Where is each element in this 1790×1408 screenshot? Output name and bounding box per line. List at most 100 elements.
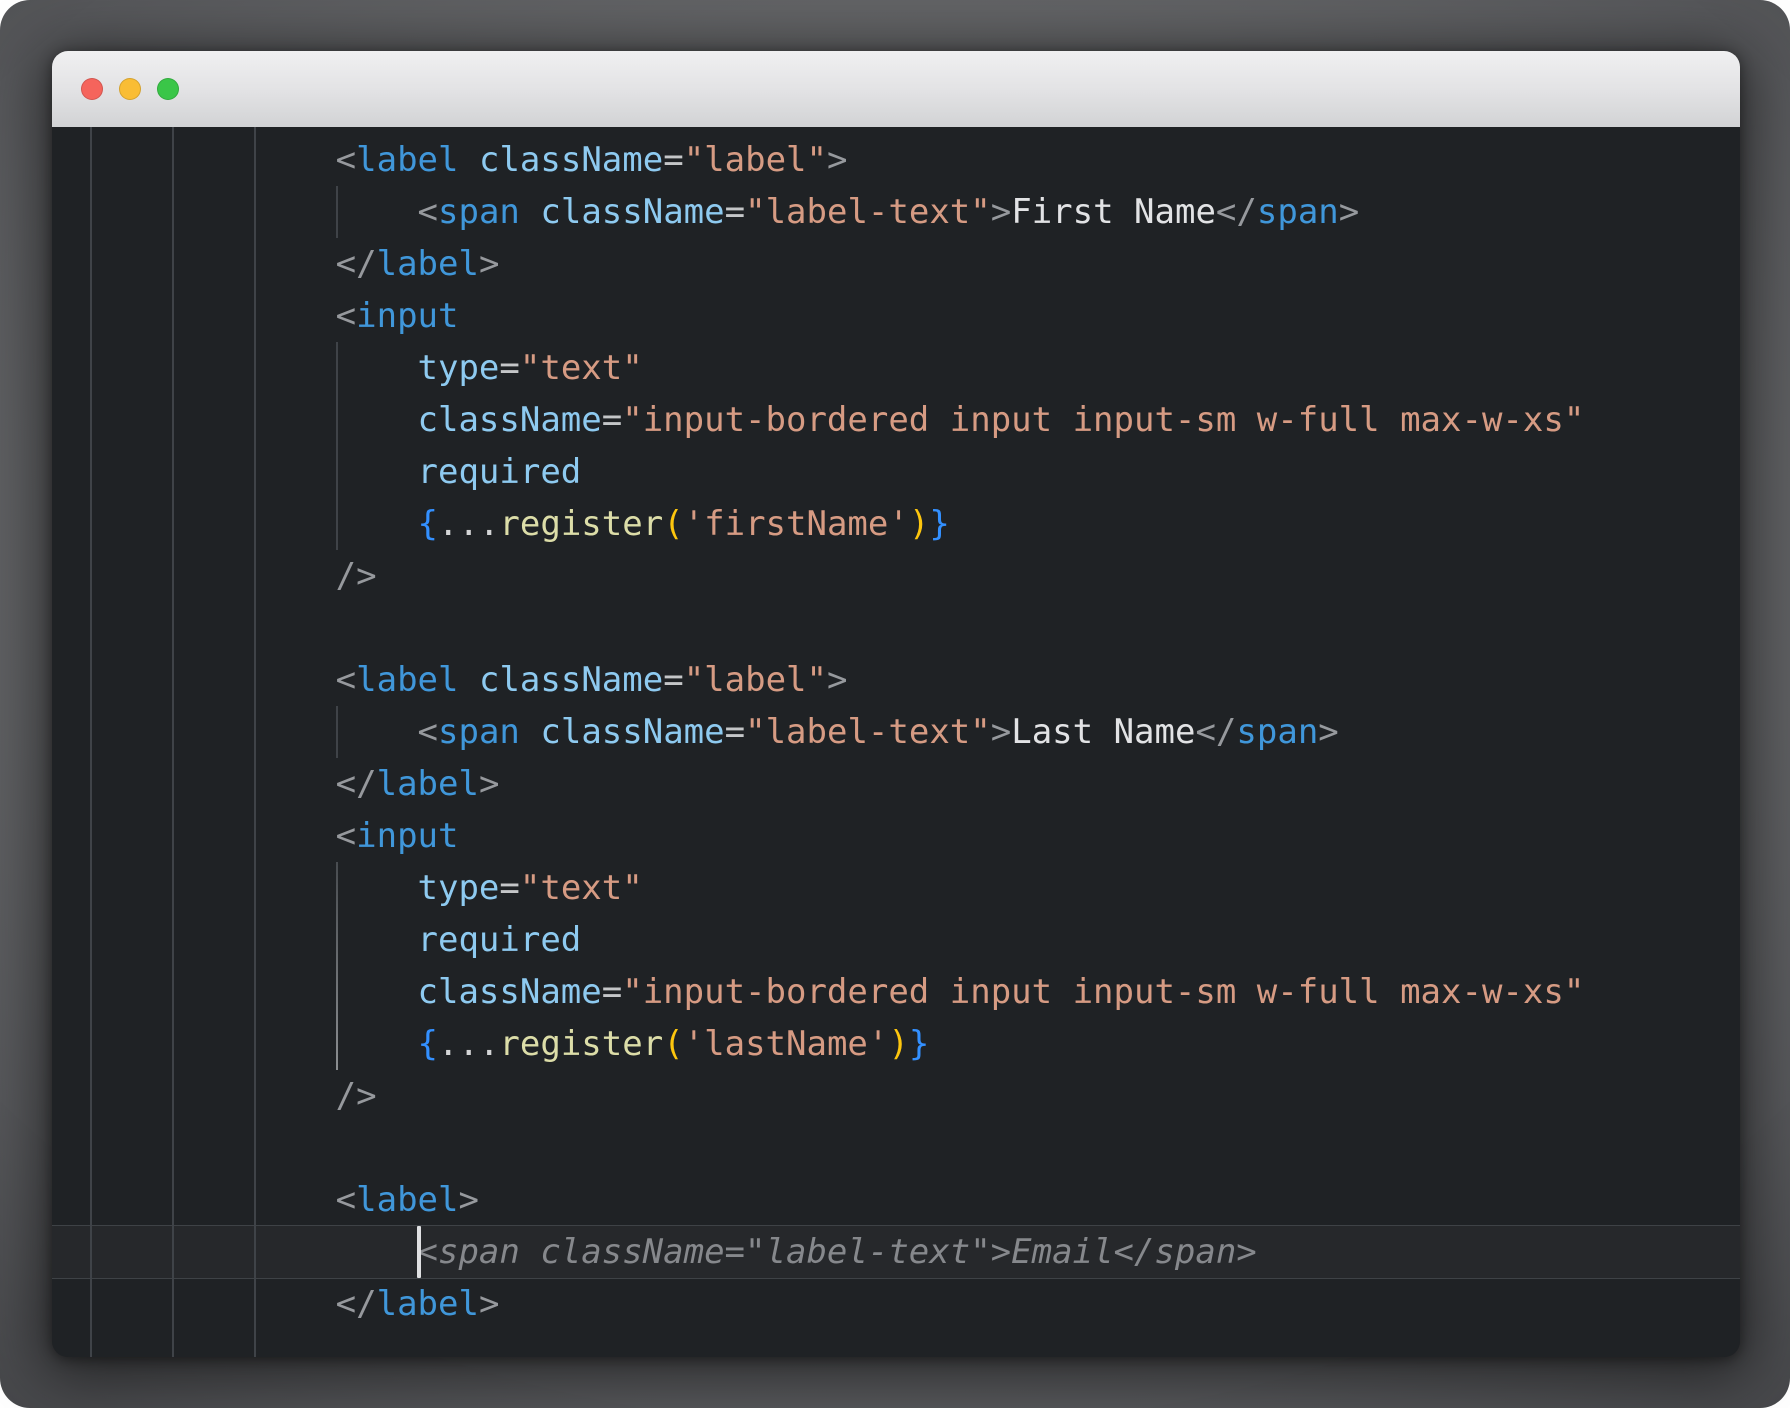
token-tag: span bbox=[438, 192, 520, 232]
token-punct: </ bbox=[336, 1284, 377, 1324]
token-tag: input bbox=[356, 816, 458, 856]
code-line: /> bbox=[90, 1070, 1740, 1122]
window-controls bbox=[81, 51, 179, 127]
token-str: "label-text" bbox=[745, 192, 991, 232]
code-line: <span className="label-text">Email</span… bbox=[90, 1226, 1740, 1278]
token-tag: label bbox=[377, 1284, 479, 1324]
token-paren: ) bbox=[888, 1024, 908, 1064]
token-ws bbox=[458, 140, 478, 180]
token-brace: } bbox=[929, 504, 949, 544]
code-line: </label> bbox=[90, 1278, 1740, 1330]
token-ws bbox=[90, 504, 418, 544]
token-ws bbox=[90, 556, 336, 596]
token-ws bbox=[90, 244, 336, 284]
code-line: /> bbox=[90, 550, 1740, 602]
token-punct: > bbox=[479, 1284, 499, 1324]
token-punct: </ bbox=[336, 244, 377, 284]
token-brace: { bbox=[418, 504, 438, 544]
token-punct: </ bbox=[1216, 192, 1257, 232]
token-punct: < bbox=[418, 712, 438, 752]
token-punct: > bbox=[1339, 192, 1359, 232]
token-ws bbox=[90, 1076, 336, 1116]
token-brace: { bbox=[418, 1024, 438, 1064]
token-punct: </ bbox=[336, 764, 377, 804]
token-eq: = bbox=[602, 400, 622, 440]
token-str: "input-bordered input input-sm w-full ma… bbox=[622, 400, 1584, 440]
token-eq: = bbox=[725, 712, 745, 752]
token-tag: span bbox=[1257, 192, 1339, 232]
token-spread: ... bbox=[438, 504, 499, 544]
token-punct: > bbox=[479, 244, 499, 284]
token-ghost: <span className="label-text">Email</span… bbox=[418, 1232, 1257, 1272]
token-eq: = bbox=[499, 348, 519, 388]
code-line: {...register('firstName')} bbox=[90, 498, 1740, 550]
token-str: "label" bbox=[684, 660, 827, 700]
token-str: "input-bordered input input-sm w-full ma… bbox=[622, 972, 1584, 1012]
token-ws bbox=[90, 816, 336, 856]
token-ws bbox=[90, 192, 418, 232]
token-tag: label bbox=[377, 244, 479, 284]
text-cursor bbox=[417, 1226, 421, 1278]
token-ws bbox=[90, 972, 418, 1012]
token-ws bbox=[90, 920, 418, 960]
token-punct: < bbox=[418, 192, 438, 232]
token-punct: < bbox=[336, 660, 356, 700]
code-line: className="input-bordered input input-sm… bbox=[90, 966, 1740, 1018]
token-attr: className bbox=[540, 712, 724, 752]
token-tag: input bbox=[356, 296, 458, 336]
token-attr: className bbox=[540, 192, 724, 232]
token-punct: > bbox=[827, 660, 847, 700]
token-text: First Name bbox=[1011, 192, 1216, 232]
token-str: "label" bbox=[684, 140, 827, 180]
token-punct: > bbox=[991, 192, 1011, 232]
token-attr: className bbox=[418, 400, 602, 440]
code-line: <input bbox=[90, 290, 1740, 342]
code-line: <span className="label-text">First Name<… bbox=[90, 186, 1740, 238]
code-editor[interactable]: <label className="label"> <span classNam… bbox=[52, 127, 1740, 1357]
token-punct: < bbox=[336, 140, 356, 180]
code-line bbox=[90, 1122, 1740, 1174]
token-tag: span bbox=[1236, 712, 1318, 752]
token-paren: ) bbox=[909, 504, 929, 544]
token-paren: ( bbox=[663, 504, 683, 544]
token-ws bbox=[90, 868, 418, 908]
code-line: type="text" bbox=[90, 862, 1740, 914]
token-punct: /> bbox=[336, 556, 377, 596]
token-punct: > bbox=[458, 1180, 478, 1220]
token-tag: label bbox=[377, 764, 479, 804]
zoom-button[interactable] bbox=[157, 78, 179, 100]
token-tag: label bbox=[356, 140, 458, 180]
token-str: "text" bbox=[520, 868, 643, 908]
code-line bbox=[90, 602, 1740, 654]
token-eq: = bbox=[499, 868, 519, 908]
token-text: Last Name bbox=[1011, 712, 1195, 752]
code-line: <label> bbox=[90, 1174, 1740, 1226]
token-punct: < bbox=[336, 816, 356, 856]
token-str: "text" bbox=[520, 348, 643, 388]
token-eq: = bbox=[602, 972, 622, 1012]
token-attr: required bbox=[418, 452, 582, 492]
token-ws bbox=[90, 660, 336, 700]
code-line: {...register('lastName')} bbox=[90, 1018, 1740, 1070]
token-attr: className bbox=[479, 660, 663, 700]
token-attr: type bbox=[418, 868, 500, 908]
code-line: <span className="label-text">Last Name</… bbox=[90, 706, 1740, 758]
code-line: <input bbox=[90, 810, 1740, 862]
token-ws bbox=[90, 1180, 336, 1220]
titlebar[interactable] bbox=[52, 51, 1740, 127]
token-attr: type bbox=[418, 348, 500, 388]
token-attr: className bbox=[418, 972, 602, 1012]
token-ws bbox=[90, 1232, 418, 1272]
close-button[interactable] bbox=[81, 78, 103, 100]
token-tag: span bbox=[438, 712, 520, 752]
token-punct: < bbox=[336, 1180, 356, 1220]
editor-window: <label className="label"> <span classNam… bbox=[52, 51, 1740, 1357]
token-ws bbox=[90, 400, 418, 440]
token-str: "label-text" bbox=[745, 712, 991, 752]
token-eq: = bbox=[663, 660, 683, 700]
token-ws bbox=[458, 660, 478, 700]
minimize-button[interactable] bbox=[119, 78, 141, 100]
token-punct: > bbox=[479, 764, 499, 804]
token-ws bbox=[90, 452, 418, 492]
token-tag: label bbox=[356, 1180, 458, 1220]
